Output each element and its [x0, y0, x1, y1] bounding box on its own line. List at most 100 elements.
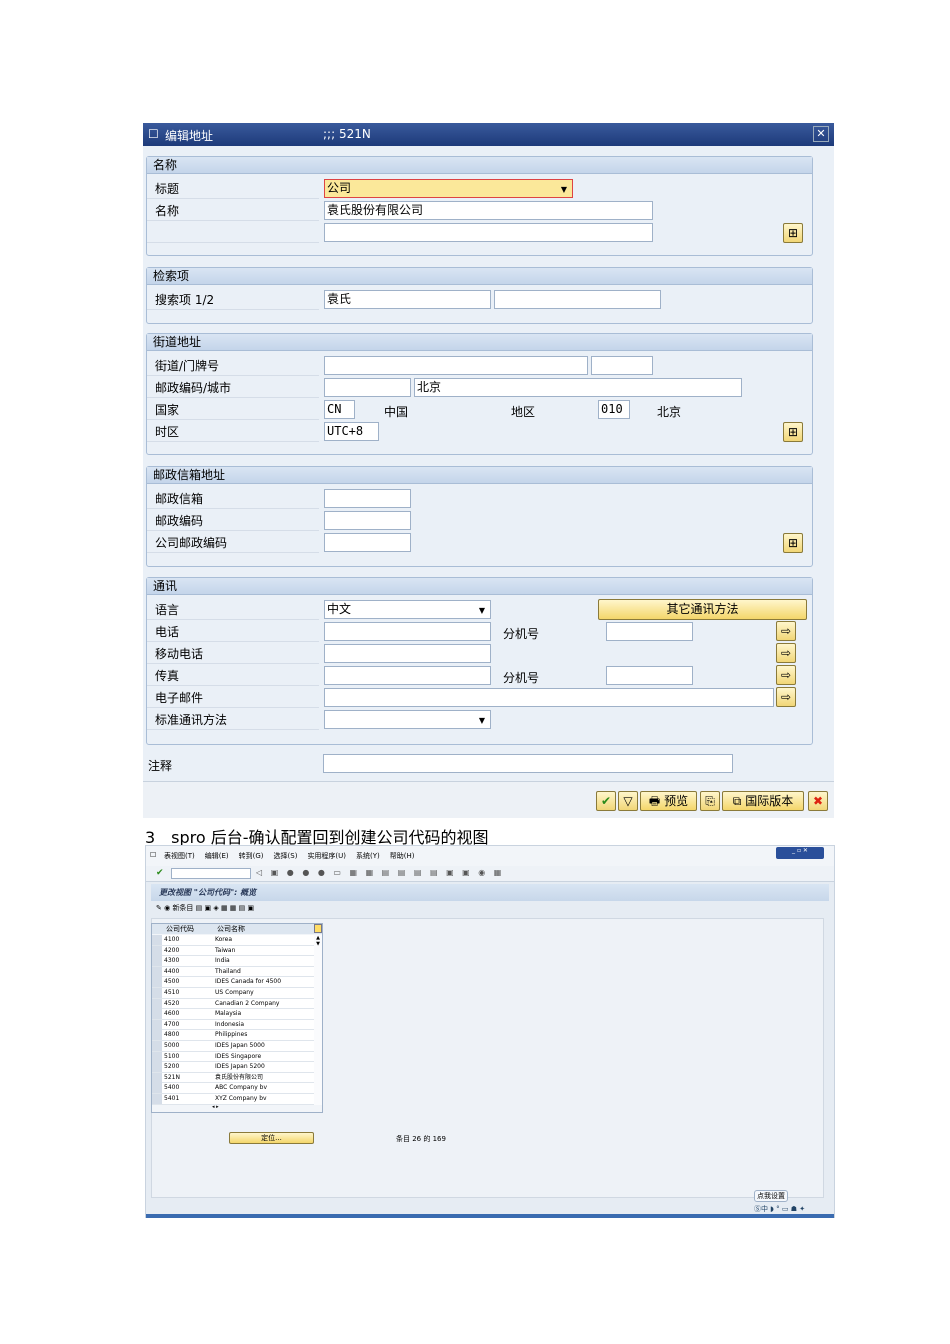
pobox-input[interactable]	[324, 489, 411, 508]
menu-item[interactable]: 实用程序(U)	[307, 851, 346, 861]
row-selector[interactable]	[152, 1051, 162, 1062]
toolbar-icons[interactable]: ◁ ▣ ● ● ● ▭ ▦ ▦ ▤ ▤ ▤ ▤ ▣ ▣ ◉ ▦	[256, 868, 504, 877]
name-input[interactable]: 袁氏股份有限公司	[324, 201, 653, 220]
table-row[interactable]: 4600 Malaysia	[152, 1009, 314, 1020]
menu-item[interactable]: 转到(G)	[239, 851, 264, 861]
table-row[interactable]: 521N 袁氏股份有限公司	[152, 1072, 314, 1084]
row-selector[interactable]	[152, 1072, 162, 1083]
menu-item[interactable]: 编辑(E)	[205, 851, 229, 861]
phone-input[interactable]	[324, 622, 491, 641]
street-input[interactable]	[324, 356, 588, 375]
language-select[interactable]: 中文	[324, 600, 491, 619]
table-row[interactable]: 4800 Philippines	[152, 1030, 314, 1041]
fax-input[interactable]	[324, 666, 491, 685]
row-selector[interactable]	[152, 977, 162, 988]
position-button[interactable]: 定位...	[229, 1132, 314, 1144]
city-input[interactable]: 北京	[414, 378, 742, 397]
note-input[interactable]	[323, 754, 733, 773]
row-selector[interactable]	[152, 1083, 162, 1094]
table-row[interactable]: 4700 Indonesia	[152, 1019, 314, 1031]
table-action-icons[interactable]: ▤ ▣ ◈ ▦ ▦ ▤ ▣	[193, 904, 254, 912]
mobile-input[interactable]	[324, 644, 491, 663]
new-entries-button[interactable]: 新条目	[172, 904, 193, 912]
menu-item[interactable]: 帮助(H)	[390, 851, 415, 861]
pobox-postal-input[interactable]	[324, 511, 411, 530]
table-row[interactable]: 4100 Korea	[152, 935, 314, 946]
company-postal-input[interactable]	[324, 533, 411, 552]
table-row[interactable]: 4500 IDES Canada for 4500	[152, 977, 314, 988]
enter-icon[interactable]: ✔	[156, 868, 164, 878]
confirm-button[interactable]: ✔	[596, 791, 616, 811]
row-selector[interactable]	[152, 987, 162, 998]
pobox-postal-label: 邮政编码	[147, 511, 319, 531]
row-selector[interactable]	[152, 966, 162, 977]
house-number-input[interactable]	[591, 356, 653, 375]
table-settings-icon[interactable]	[314, 924, 322, 933]
table-row[interactable]: 4300 India	[152, 956, 314, 967]
row-selector[interactable]	[152, 956, 162, 967]
row-selector[interactable]	[152, 1030, 162, 1041]
row-selector[interactable]	[152, 1019, 162, 1030]
table-row[interactable]: 5100 IDES Singapore	[152, 1051, 314, 1063]
company-code-cell: 521N	[164, 1073, 180, 1081]
dialog-titlebar: ☐ 编辑地址 ;;; 521N ✕	[143, 123, 834, 146]
cancel-button[interactable]: ✖	[808, 791, 828, 811]
row-selector[interactable]	[152, 998, 162, 1009]
column-header-code[interactable]: 公司代码	[166, 924, 194, 934]
close-button[interactable]: ✕	[813, 126, 829, 142]
command-field[interactable]	[171, 868, 251, 879]
country-input[interactable]: CN	[324, 400, 355, 419]
more-fields-button[interactable]: ⊞	[783, 422, 803, 442]
swap-button[interactable]: ⎘	[700, 791, 720, 811]
search-term1-input[interactable]: 袁氏	[324, 290, 491, 309]
intl-version-button[interactable]: ⧉ 国际版本	[722, 791, 804, 811]
table-row[interactable]: 5401 XYZ Company bv	[152, 1093, 314, 1105]
row-selector[interactable]	[152, 1040, 162, 1051]
table-scrollbar[interactable]: ▲ ▼	[314, 935, 322, 1105]
row-selector[interactable]	[152, 935, 162, 945]
std-comm-select[interactable]	[324, 710, 491, 729]
horizontal-scroll[interactable]: ◂ ▸	[212, 1104, 219, 1110]
preview-button[interactable]: 🖶 预览	[640, 791, 697, 811]
table-row[interactable]: 4510 US Company	[152, 987, 314, 999]
ime-toolbar[interactable]: Ⓢ中 ◗ ° ▭ ☗ ✦	[754, 1204, 805, 1214]
name2-input[interactable]	[324, 223, 653, 242]
phone-detail-button[interactable]: ⇨	[776, 621, 796, 641]
mobile-detail-button[interactable]: ⇨	[776, 643, 796, 663]
window-controls[interactable]: _ ▫ ✕	[776, 847, 824, 859]
column-header-name[interactable]: 公司名称	[217, 924, 245, 934]
timezone-input[interactable]: UTC+8	[324, 422, 379, 441]
row-selector[interactable]	[152, 945, 162, 956]
row-selector[interactable]	[152, 1009, 162, 1020]
table-row[interactable]: 5000 IDES Japan 5000	[152, 1040, 314, 1052]
extension-input[interactable]	[606, 622, 693, 641]
pobox-label: 邮政信箱	[147, 489, 319, 509]
row-selector[interactable]	[152, 1062, 162, 1073]
fax-detail-button[interactable]: ⇨	[776, 665, 796, 685]
more-fields-button[interactable]: ⊞	[783, 533, 803, 553]
fax-extension-input[interactable]	[606, 666, 693, 685]
region-input[interactable]: 010	[598, 400, 630, 419]
table-row[interactable]: 5200 IDES Japan 5200	[152, 1062, 314, 1073]
edit-icon[interactable]: ✎ ◉	[156, 904, 172, 912]
section-header: 通讯	[147, 578, 812, 595]
section-header: 名称	[147, 157, 812, 174]
table-row[interactable]: 4520 Canadian 2 Company	[152, 998, 314, 1010]
other-comm-button[interactable]: 其它通讯方法	[598, 599, 807, 620]
title-select[interactable]: 公司	[324, 179, 573, 198]
menu-item[interactable]: 表视图(T)	[164, 851, 195, 861]
table-row[interactable]: 4200 Taiwan	[152, 945, 314, 957]
email-input[interactable]	[324, 688, 774, 707]
dialog-code: ;;; 521N	[323, 127, 371, 141]
table-row[interactable]: 5400 ABC Company bv	[152, 1083, 314, 1094]
menu-item[interactable]: 选择(S)	[274, 851, 298, 861]
email-detail-button[interactable]: ⇨	[776, 687, 796, 707]
expand-button[interactable]: ▽	[618, 791, 638, 811]
row-selector[interactable]	[152, 1093, 162, 1104]
more-fields-button[interactable]: ⊞	[783, 223, 803, 243]
search-term2-input[interactable]	[494, 290, 661, 309]
menu-item[interactable]: 系统(Y)	[356, 851, 380, 861]
dialog-toolbar: ✔ ▽ 🖶 预览 ⎘ ⧉ 国际版本 ✖	[143, 781, 834, 818]
postal-code-input[interactable]	[324, 378, 411, 397]
table-row[interactable]: 4400 Thailand	[152, 966, 314, 978]
